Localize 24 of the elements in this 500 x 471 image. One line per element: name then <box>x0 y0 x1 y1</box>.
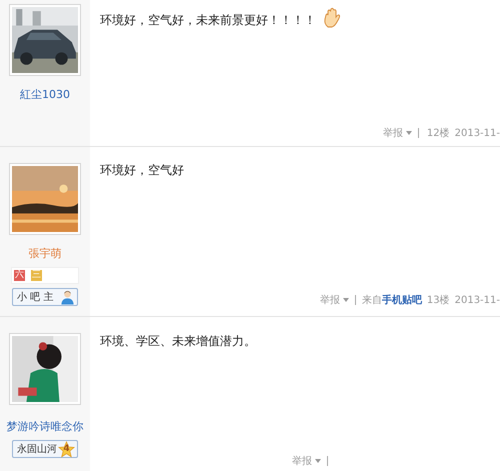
username-link[interactable]: 梦游吟诗唯念你 <box>6 419 84 434</box>
report-link[interactable]: 举报 <box>382 126 403 140</box>
post-text: 环境好，空气好，未来前景更好！！！！ <box>100 12 316 29</box>
post-date: 2013-11- <box>454 294 500 306</box>
report-link[interactable]: 举报 <box>292 454 312 468</box>
member-title: 小 吧 主 <box>17 290 54 304</box>
caret-icon <box>406 131 412 135</box>
caret-icon <box>315 459 321 463</box>
source-label: 来自 <box>362 294 382 307</box>
username-link[interactable]: 張宇萌 <box>28 246 62 261</box>
level-badge: 六 <box>14 270 25 281</box>
post-text: 环境、学区、未来增值潜力。 <box>100 333 256 350</box>
floor-number: 12楼 <box>426 126 450 140</box>
person-icon <box>60 289 75 305</box>
report-link[interactable]: 举报 <box>320 293 340 307</box>
star-level-badge: 4 <box>58 440 75 458</box>
floor-number: 13楼 <box>426 294 450 307</box>
caret-icon <box>342 298 349 302</box>
member-title: 永固山河 <box>17 442 57 456</box>
username-link[interactable]: 紅尘1030 <box>20 87 70 102</box>
source-link[interactable]: 手机贴吧 <box>382 293 422 307</box>
level-badge: 三 <box>31 270 42 281</box>
post-date: 2013-11- <box>454 128 500 138</box>
post-text: 环境好，空气好 <box>100 162 184 179</box>
